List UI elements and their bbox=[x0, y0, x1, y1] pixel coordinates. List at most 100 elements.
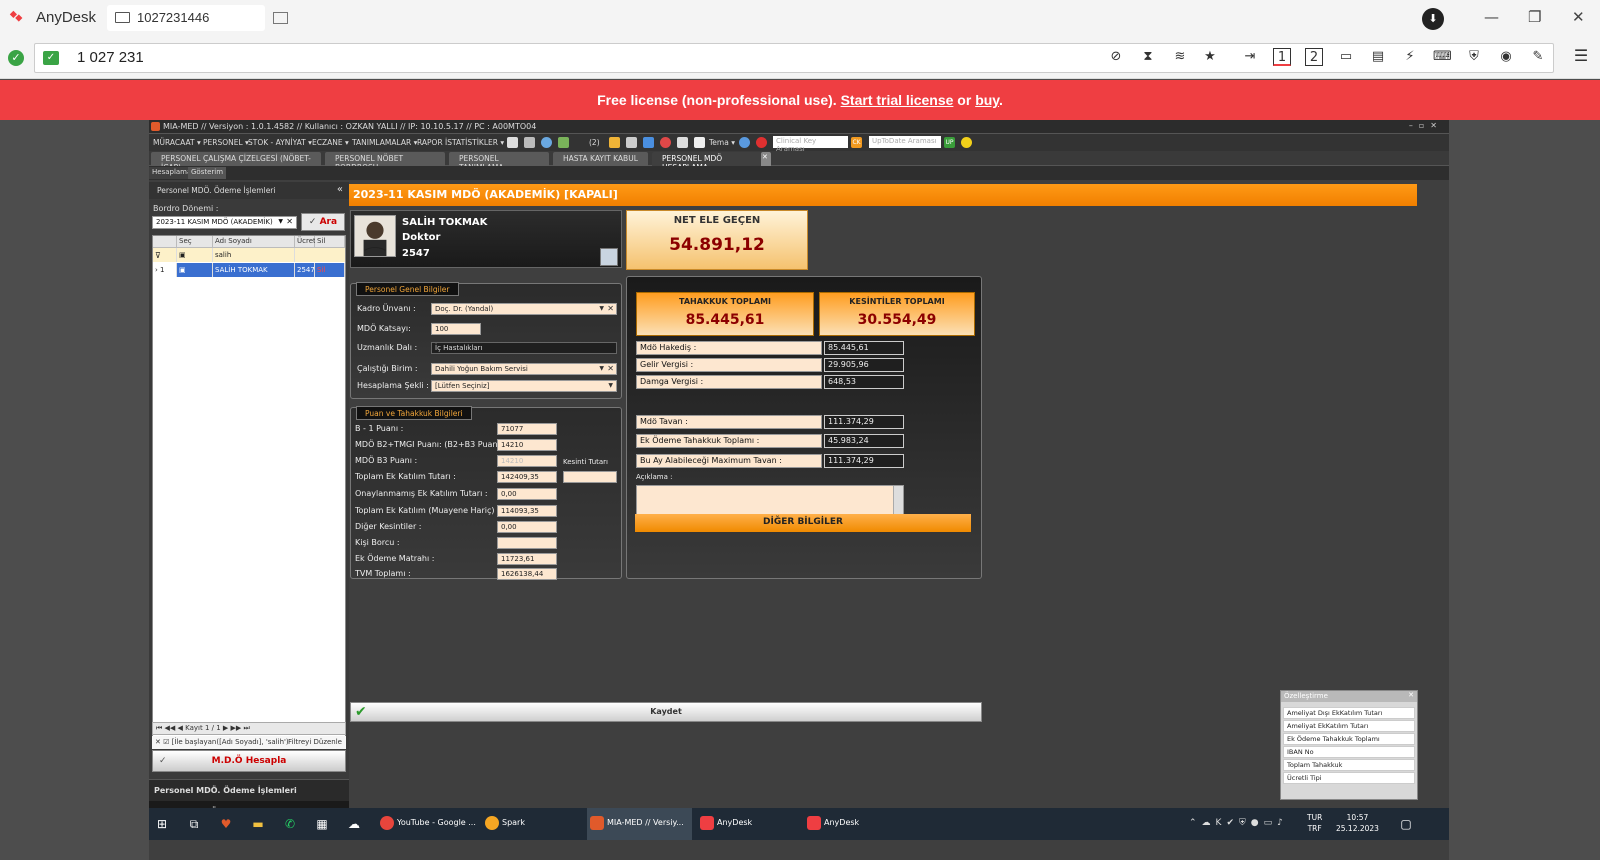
puan-input[interactable]: 11723,61 bbox=[497, 553, 557, 565]
calculator-icon[interactable]: ▦ bbox=[315, 817, 329, 831]
record-icon[interactable] bbox=[660, 137, 671, 148]
favorite-icon[interactable]: ★ bbox=[1201, 48, 1219, 66]
filter-close-icon[interactable]: ✕ ☑ bbox=[155, 738, 172, 746]
grid-header-fee[interactable]: Ücret bbox=[295, 236, 316, 248]
tab-personel-tanimlama[interactable]: PERSONEL TANIMLAMA bbox=[449, 152, 549, 172]
download-icon[interactable]: ⬇ bbox=[1422, 8, 1444, 30]
chevron-down-icon[interactable]: ▼ bbox=[599, 305, 604, 312]
puan-input[interactable]: 14210 bbox=[497, 439, 557, 451]
gelir-vergisi-value[interactable]: 29.905,96 bbox=[824, 358, 904, 372]
puan-input[interactable]: 0,00 bbox=[497, 488, 557, 500]
grid-filter-row[interactable]: ⊽ ▣ salih bbox=[153, 248, 345, 262]
help-icon[interactable] bbox=[507, 137, 518, 148]
grid-navigator[interactable]: ⏮ ◀◀ ◀ Kayıt 1 / 1 ▶ ▶▶ ⏭ bbox=[152, 722, 346, 735]
mia-app-icon[interactable]: ♥ bbox=[219, 817, 233, 831]
tools-icon[interactable] bbox=[524, 137, 535, 148]
search-button[interactable]: ✓ Ara bbox=[301, 213, 345, 231]
customize-item[interactable]: Ameliyat EkKatılım Tutarı bbox=[1283, 720, 1415, 732]
customize-item[interactable]: Ek Ödeme Tahakkuk Toplamı bbox=[1283, 733, 1415, 745]
puan-input[interactable]: 1626138,44 bbox=[497, 568, 557, 580]
remote-desktop[interactable]: MIA-MED // Versiyon : 1.0.1.4582 // Kull… bbox=[149, 120, 1449, 860]
display-icon[interactable]: ▭ bbox=[1337, 48, 1355, 66]
sekil-select[interactable]: [Lütfen Seçiniz] ▼ bbox=[431, 380, 617, 392]
katsayi-input[interactable]: 100 bbox=[431, 323, 481, 335]
maximize-icon[interactable]: ❐ bbox=[1528, 8, 1541, 26]
menu-personel[interactable]: PERSONEL ▾ bbox=[203, 138, 249, 147]
info-icon[interactable] bbox=[961, 137, 972, 148]
menu-tema[interactable]: Tema ▾ bbox=[709, 138, 735, 147]
start-trial-link[interactable]: Start trial license bbox=[841, 92, 954, 108]
clear-icon[interactable]: ✕ bbox=[607, 304, 614, 313]
grid-header-name[interactable]: Adı Soyadı bbox=[213, 236, 295, 248]
privacy-icon[interactable]: ⊘ bbox=[1107, 48, 1125, 66]
uptodate-search[interactable]: UpToDate Araması bbox=[869, 136, 941, 148]
puan-input[interactable]: 142409,35 bbox=[497, 471, 557, 483]
tab-calisma-cizelgesi[interactable]: PERSONEL ÇALIŞMA ÇİZELGESİ (NÖBET-İCAP) bbox=[151, 152, 321, 172]
chat-icon[interactable]: ▤ bbox=[1369, 48, 1387, 66]
chevron-down-icon[interactable]: ▼ bbox=[608, 382, 613, 389]
minimize-icon[interactable]: — bbox=[1484, 8, 1499, 26]
session-tab[interactable]: 1027231446 bbox=[107, 5, 265, 31]
menu-eczane[interactable]: ECZANE ▾ bbox=[312, 138, 349, 147]
calendar-icon[interactable] bbox=[694, 137, 705, 148]
filter-checkbox[interactable]: ▣ bbox=[177, 248, 213, 262]
whatsapp-icon[interactable]: ✆ bbox=[283, 817, 297, 831]
puan-input[interactable]: 71077 bbox=[497, 423, 557, 435]
new-session-icon[interactable] bbox=[273, 12, 288, 24]
clear-icon[interactable]: ✕ bbox=[286, 217, 293, 226]
exit-icon[interactable] bbox=[756, 137, 767, 148]
system-tray-icons[interactable]: ⌃☁K✔⛨●▭♪ bbox=[1189, 818, 1288, 828]
task-view-icon[interactable]: ⧉ bbox=[187, 817, 201, 831]
notification-icon[interactable]: ▢ bbox=[1399, 817, 1413, 831]
refresh-icon[interactable] bbox=[739, 137, 750, 148]
menu-muracaat[interactable]: MÜRACAAT ▾ bbox=[153, 138, 201, 147]
permissions-icon[interactable]: ⛨ bbox=[1465, 48, 1483, 66]
period-select[interactable]: 2023-11 KASIM MDÖ (AKADEMİK) ▼ ✕ bbox=[152, 216, 297, 229]
collapse-icon[interactable]: « bbox=[337, 184, 343, 195]
ck-button[interactable]: CK bbox=[851, 137, 862, 148]
subtab-gosterim[interactable]: Gösterim bbox=[188, 167, 227, 179]
whiteboard-icon[interactable]: ✎ bbox=[1529, 48, 1547, 66]
puan-input[interactable]: 0,00 bbox=[497, 521, 557, 533]
edit-filter-link[interactable]: Filtreyi Düzenle bbox=[288, 738, 342, 746]
monitor-2-icon[interactable]: 2 bbox=[1305, 48, 1323, 66]
users-icon[interactable] bbox=[558, 137, 569, 148]
record-icon[interactable]: ◉ bbox=[1497, 48, 1515, 66]
language-indicator[interactable]: TUR TRF bbox=[1307, 812, 1322, 834]
monitor-1-icon[interactable]: 1 bbox=[1273, 48, 1291, 66]
mdo-calculate-button[interactable]: ✓ M.D.Ö Hesapla bbox=[152, 750, 346, 772]
clock[interactable]: 10:57 25.12.2023 bbox=[1336, 812, 1379, 834]
hamburger-menu-icon[interactable]: ☰ bbox=[1572, 47, 1590, 65]
taskbar-anydesk-1[interactable]: AnyDesk bbox=[697, 808, 797, 840]
start-icon[interactable]: ⊞ bbox=[155, 817, 169, 831]
printer-icon[interactable] bbox=[677, 137, 688, 148]
hakedis-value[interactable]: 85.445,61 bbox=[824, 341, 904, 355]
file-explorer-icon[interactable]: ▬ bbox=[251, 817, 265, 831]
ek-odeme-value[interactable]: 45.983,24 bbox=[824, 434, 904, 448]
address-field[interactable]: ✓ 1 027 231 ⊘ ⧗ ≋ ★ ⇥ 1 2 ▭ ▤ ⚡ ⌨ ⛨ ◉ ✎ bbox=[34, 43, 1554, 73]
dal-input[interactable]: İç Hastalıkları bbox=[431, 342, 617, 354]
customize-item[interactable]: Ücretli Tipi bbox=[1283, 772, 1415, 784]
kadro-select[interactable]: Doç. Dr. (Yandal) ▼ ✕ bbox=[431, 303, 617, 315]
nav-next-icon[interactable]: ▶ ▶▶ ⏭ bbox=[223, 724, 250, 732]
database-icon[interactable]: ≋ bbox=[1171, 48, 1189, 66]
tab-hasta-kayit[interactable]: HASTA KAYIT KABUL bbox=[553, 152, 648, 166]
keyboard-icon[interactable]: ⌨ bbox=[1433, 48, 1452, 66]
birim-select[interactable]: Dahili Yoğun Bakım Servisi ▼ ✕ bbox=[431, 363, 617, 375]
actions-icon[interactable]: ⚡ bbox=[1401, 48, 1419, 66]
app-icon[interactable]: ☁ bbox=[347, 817, 361, 831]
nav-first-icon[interactable]: ⏮ ◀◀ ◀ bbox=[156, 724, 185, 732]
filter-name-value[interactable]: salih bbox=[213, 248, 295, 262]
menu-stok[interactable]: STOK - AYNİYAT ▾ bbox=[248, 138, 312, 147]
row-checkbox[interactable]: ▣ bbox=[177, 263, 213, 277]
table-row[interactable]: › 1 ▣ SALİH TOKMAK 25470 Sil bbox=[153, 263, 345, 277]
taskbar-spark[interactable]: Spark bbox=[482, 808, 582, 840]
row-delete[interactable]: Sil bbox=[315, 263, 345, 277]
grid-header-delete[interactable]: Sil bbox=[315, 236, 345, 248]
hourglass-icon[interactable]: ⧗ bbox=[1139, 48, 1157, 66]
book-icon[interactable] bbox=[643, 137, 654, 148]
kesinti-input[interactable] bbox=[563, 471, 617, 483]
chevron-down-icon[interactable]: ▼ bbox=[278, 218, 283, 225]
switch-side-icon[interactable]: ⇥ bbox=[1241, 48, 1259, 66]
calculator-icon[interactable] bbox=[600, 248, 618, 266]
